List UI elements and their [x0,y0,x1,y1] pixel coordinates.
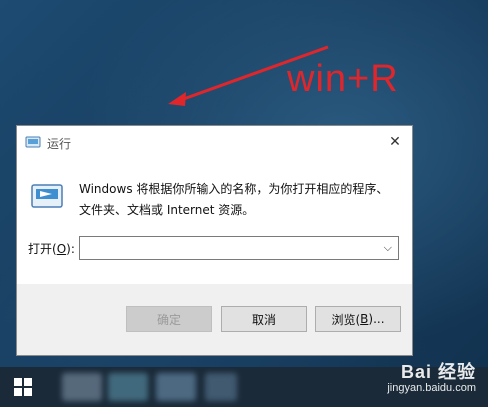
close-button[interactable]: ✕ [378,126,412,157]
windows-logo-icon[interactable] [14,378,32,396]
run-dialog: 运行 ✕ Windows 将根据你所输入的名称，为你打开相应的程序、文件夹、文档… [16,125,413,356]
button-bar: 确定 取消 浏览(B)... [17,284,412,355]
taskbar-app-icon[interactable] [62,373,102,401]
title-bar[interactable]: 运行 ✕ [17,126,412,158]
watermark-url: jingyan.baidu.com [387,382,476,394]
cancel-button[interactable]: 取消 [221,306,307,332]
watermark: Bai 经验 jingyan.baidu.com [387,358,476,394]
watermark-brand: Bai 经验 [400,362,476,382]
run-icon [31,184,63,208]
open-combobox[interactable]: ⌵ [79,236,399,260]
open-input[interactable] [84,238,380,260]
taskbar-app-icon[interactable] [156,373,196,401]
taskbar-app-icon[interactable] [205,373,237,401]
window-title: 运行 [47,137,72,151]
close-icon: ✕ [389,133,401,150]
open-label: 打开(O): [28,242,75,256]
run-icon [25,136,41,148]
chevron-down-icon[interactable]: ⌵ [384,241,392,255]
description-text: Windows 将根据你所输入的名称，为你打开相应的程序、文件夹、文档或 Int… [79,182,389,217]
ok-button[interactable]: 确定 [126,306,212,332]
browse-button[interactable]: 浏览(B)... [315,306,401,332]
taskbar-app-icon[interactable] [108,373,148,401]
annotation-text: win+R [287,58,399,100]
